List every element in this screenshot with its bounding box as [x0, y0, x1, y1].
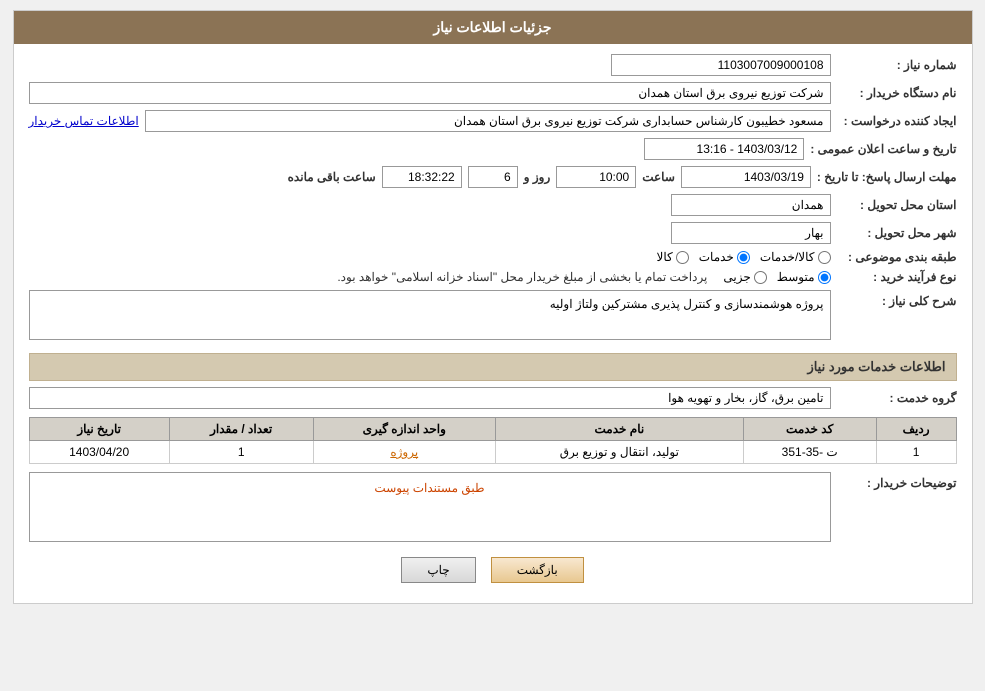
col-row-num: ردیف: [876, 418, 956, 441]
cell-service-code: ت -35-351: [743, 441, 876, 464]
purchase-type-motavaset-label: متوسط: [777, 270, 815, 284]
col-service-code: کد خدمت: [743, 418, 876, 441]
col-qty: تعداد / مقدار: [169, 418, 313, 441]
category-radio-group: کالا/خدمات خدمات کالا: [657, 250, 831, 264]
category-row: طبقه بندی موضوعی : کالا/خدمات خدمات کالا: [29, 250, 957, 264]
buyer-notes-placeholder-text: طبق مستندات پیوست: [34, 477, 826, 499]
cell-date: 1403/04/20: [29, 441, 169, 464]
buyer-notes-label: توضیحات خریدار :: [837, 472, 957, 490]
category-kala-khadamat-radio[interactable]: [818, 251, 831, 264]
page-title: جزئیات اطلاعات نیاز: [433, 19, 551, 35]
creator-name-value: مسعود خطیبون کارشناس حسابداری شرکت توزیع…: [145, 110, 831, 132]
cell-service-name: تولید، انتقال و توزیع برق: [495, 441, 743, 464]
button-row: بازگشت چاپ: [29, 557, 957, 583]
expire-time-label: ساعت: [642, 170, 675, 184]
creator-row: ایجاد کننده درخواست : مسعود خطیبون کارشن…: [29, 110, 957, 132]
services-table: ردیف کد خدمت نام خدمت واحد اندازه گیری ت…: [29, 417, 957, 464]
category-kala-khadamat[interactable]: کالا/خدمات: [760, 250, 831, 264]
delivery-city-value: بهار: [671, 222, 831, 244]
expire-row: مهلت ارسال پاسخ: تا تاریخ : 1403/03/19 س…: [29, 166, 957, 188]
purchase-type-jozi-radio[interactable]: [754, 271, 767, 284]
category-kala-radio[interactable]: [676, 251, 689, 264]
buyer-org-label: نام دستگاه خریدار :: [837, 86, 957, 100]
creator-contact-link[interactable]: اطلاعات تماس خریدار: [29, 114, 139, 128]
services-table-section: ردیف کد خدمت نام خدمت واحد اندازه گیری ت…: [29, 417, 957, 464]
cell-qty: 1: [169, 441, 313, 464]
category-khadamat-radio[interactable]: [737, 251, 750, 264]
page-header: جزئیات اطلاعات نیاز: [14, 11, 972, 44]
delivery-province-label: استان محل تحویل :: [837, 198, 957, 212]
expire-days-label: روز و: [524, 170, 551, 184]
expire-days-value: 6: [468, 166, 518, 188]
delivery-city-row: شهر محل تحویل : بهار: [29, 222, 957, 244]
buyer-notes-box: طبق مستندات پیوست: [29, 472, 831, 542]
services-section-title: اطلاعات خدمات مورد نیاز: [29, 353, 957, 381]
buyer-notes-content: طبق مستندات پیوست: [29, 472, 831, 542]
description-textarea[interactable]: [29, 290, 831, 340]
category-khadamat-label: خدمات: [699, 250, 734, 264]
need-number-label: شماره نیاز :: [837, 58, 957, 72]
table-row: 1ت -35-351تولید، انتقال و توزیع برقپروژه…: [29, 441, 956, 464]
print-button[interactable]: چاپ: [401, 557, 475, 583]
purchase-type-motavaset[interactable]: متوسط: [777, 270, 831, 284]
announce-value: 1403/03/12 - 13:16: [644, 138, 804, 160]
need-number-value: 1103007009000108: [611, 54, 831, 76]
col-date: تاریخ نیاز: [29, 418, 169, 441]
purchase-type-motavaset-radio[interactable]: [818, 271, 831, 284]
expire-time-value: 10:00: [556, 166, 636, 188]
expire-clock-label: ساعت باقی مانده: [288, 170, 376, 184]
cell-unit[interactable]: پروژه: [313, 441, 495, 464]
delivery-city-label: شهر محل تحویل :: [837, 226, 957, 240]
col-service-name: نام خدمت: [495, 418, 743, 441]
purchase-type-jozi-label: جزیی: [723, 270, 750, 284]
creator-label: ایجاد کننده درخواست :: [837, 114, 957, 128]
description-label: شرح کلی نیاز :: [837, 290, 957, 308]
purchase-type-row: نوع فرآیند خرید : متوسط جزیی پرداخت تمام…: [29, 270, 957, 284]
service-group-label: گروه خدمت :: [837, 391, 957, 405]
purchase-type-radio-group: متوسط جزیی: [723, 270, 830, 284]
col-unit: واحد اندازه گیری: [313, 418, 495, 441]
category-label: طبقه بندی موضوعی :: [837, 250, 957, 264]
description-row: شرح کلی نیاز :: [29, 290, 957, 343]
category-kala-label: کالا: [657, 250, 673, 264]
delivery-province-row: استان محل تحویل : همدان: [29, 194, 957, 216]
announce-label: تاریخ و ساعت اعلان عمومی :: [810, 142, 956, 156]
buyer-notes-row: توضیحات خریدار : طبق مستندات پیوست: [29, 472, 957, 542]
purchase-type-note: پرداخت تمام یا بخشی از مبلغ خریدار محل "…: [337, 270, 707, 284]
cell-row-num: 1: [876, 441, 956, 464]
category-kala[interactable]: کالا: [657, 250, 689, 264]
need-number-row: شماره نیاز : 1103007009000108: [29, 54, 957, 76]
announcement-row: تاریخ و ساعت اعلان عمومی : 1403/03/12 - …: [29, 138, 957, 160]
delivery-province-value: همدان: [671, 194, 831, 216]
purchase-type-label: نوع فرآیند خرید :: [837, 270, 957, 284]
buyer-org-value: شرکت توزیع نیروی برق استان همدان: [29, 82, 831, 104]
expire-label: مهلت ارسال پاسخ: تا تاریخ :: [817, 170, 957, 184]
buyer-org-row: نام دستگاه خریدار : شرکت توزیع نیروی برق…: [29, 82, 957, 104]
category-khadamat[interactable]: خدمات: [699, 250, 750, 264]
main-container: جزئیات اطلاعات نیاز شماره نیاز : 1103007…: [13, 10, 973, 604]
service-group-row: گروه خدمت : تامین برق، گاز، بخار و تهویه…: [29, 387, 957, 409]
category-kala-khadamat-label: کالا/خدمات: [760, 250, 815, 264]
purchase-type-jozi[interactable]: جزیی: [723, 270, 766, 284]
back-button[interactable]: بازگشت: [491, 557, 584, 583]
expire-date-value: 1403/03/19: [681, 166, 811, 188]
expire-clock-value: 18:32:22: [382, 166, 462, 188]
content-area: شماره نیاز : 1103007009000108 نام دستگاه…: [14, 44, 972, 603]
service-group-value: تامین برق، گاز، بخار و تهویه هوا: [29, 387, 831, 409]
